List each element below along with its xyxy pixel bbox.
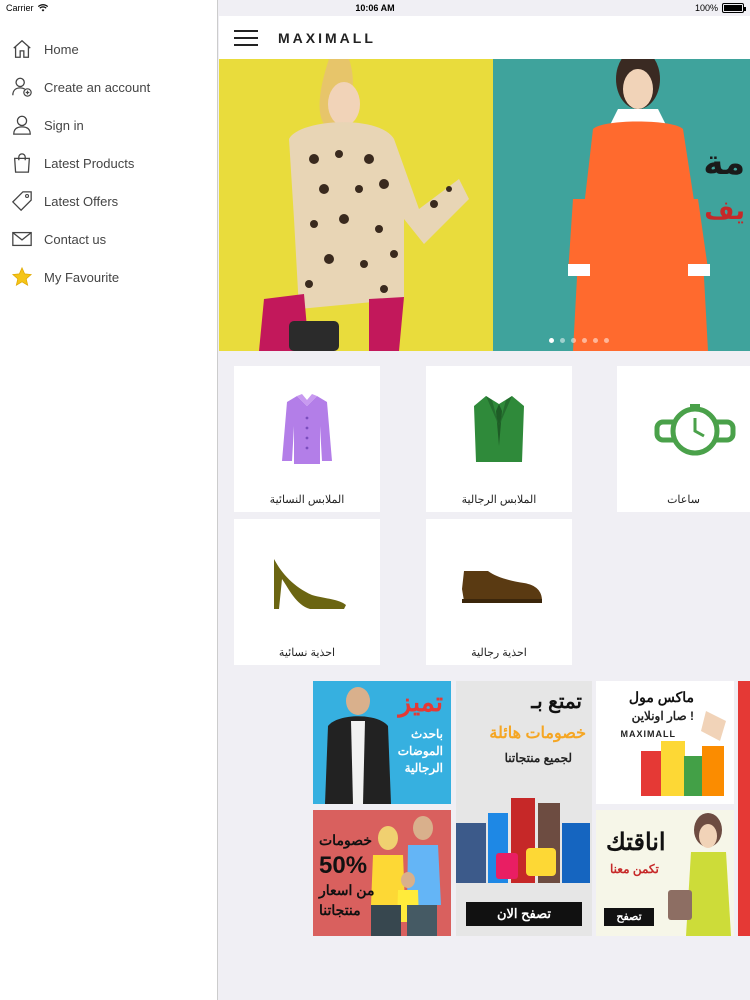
men-shoe-icon (462, 571, 542, 603)
category-label: احذية نسائية (278, 647, 336, 659)
promo-subheadline: خصومات هائلة (489, 725, 586, 742)
add-user-icon (10, 75, 34, 99)
browse-button[interactable]: تصفح (604, 908, 654, 926)
model-leopard-shirt-image (259, 59, 469, 351)
sidebar-item-label: Latest Offers (44, 193, 119, 209)
promo-partial-edge[interactable] (738, 681, 750, 936)
sidebar-item-label: Latest Products (44, 155, 135, 171)
mail-icon (10, 227, 34, 251)
category-tile-mens-shoes[interactable]: احذية رجالية (426, 519, 572, 665)
sidebar-item-label: Sign in (44, 117, 84, 133)
promo-text: لجميع منتجاتنا (504, 751, 572, 765)
battery-icon (722, 3, 746, 13)
promo-maximall-online[interactable]: ماكس مول صار اونلاين ! MAXIMALL (596, 681, 734, 804)
sidebar-item-my-favourite[interactable]: My Favourite (0, 258, 217, 296)
category-tile-mens-clothing[interactable]: الملابس الرجالية (426, 366, 572, 512)
promo-text: تكمن معنا (610, 862, 659, 876)
category-tile-womens-shoes[interactable]: احذية نسائية (234, 519, 380, 665)
wifi-icon (37, 4, 48, 12)
women-coat-icon (282, 394, 332, 464)
shopping-bags-image (641, 711, 726, 796)
clock: 10:06 AM (355, 3, 395, 13)
promo-headline: تميز (398, 687, 443, 717)
banner-slide-right: مة يف (493, 59, 750, 351)
category-tile-womens-clothing[interactable]: الملابس النسائية (234, 366, 380, 512)
user-icon (10, 113, 34, 137)
promo-text: الرجالية (404, 761, 443, 775)
sidebar-item-label: My Favourite (44, 269, 120, 285)
promo-headline: تمتع بـ (531, 691, 582, 713)
sidebar-item-sign-in[interactable]: Sign in (0, 106, 217, 144)
category-label: الملابس النسائية (269, 494, 345, 506)
app-logo: MAXIMALL (278, 29, 376, 46)
promo-text: منتجاتنا (319, 902, 361, 918)
promo-text: الموضات (397, 744, 443, 758)
sidebar-item-label: Create an account (44, 79, 151, 95)
category-label: ساعات (667, 494, 700, 506)
category-label: الملابس الرجالية (461, 494, 537, 506)
sidebar-item-latest-products[interactable]: Latest Products (0, 144, 217, 182)
promo-50-percent-off[interactable]: خصومات 50% من اسعار منتجاتنا (313, 810, 451, 936)
svg-text:مة: مة (703, 143, 745, 183)
sidebar-item-home[interactable]: Home (0, 30, 217, 68)
sidebar-item-contact-us[interactable]: Contact us (0, 220, 217, 258)
sidebar-item-create-account[interactable]: Create an account (0, 68, 217, 106)
banner-slide-left (219, 59, 493, 351)
promo-big-discounts[interactable]: تمتع بـ خصومات هائلة لجميع منتجاتنا تصفح… (456, 681, 592, 936)
status-bar: Carrier 10:06 AM 100% (0, 0, 750, 16)
men-suit-icon (474, 394, 524, 462)
battery-percent: 100% (694, 3, 718, 13)
watch-icon (654, 404, 736, 456)
category-tile-watches[interactable]: ساعات (617, 366, 750, 512)
model-orange-dress-image: مة يف (568, 59, 745, 351)
browse-now-button[interactable]: تصفح الان (466, 902, 582, 926)
carousel-page-indicator[interactable] (549, 338, 609, 343)
promo-text: من اسعار (319, 882, 375, 898)
sidebar-menu: Home Create an account Sign in Latest Pr… (0, 0, 218, 1000)
heel-shoe-icon (274, 559, 346, 609)
svg-text:يف: يف (704, 196, 745, 226)
promo-your-elegance[interactable]: اناقتك تكمن معنا تصفح (596, 810, 734, 936)
products-collage-image (456, 798, 590, 883)
promo-headline: اناقتك (606, 829, 666, 856)
hero-banner-carousel[interactable]: مة يف (219, 59, 750, 351)
sidebar-item-label: Contact us (44, 231, 107, 247)
home-icon (10, 37, 34, 61)
sidebar-item-label: Home (44, 41, 79, 57)
top-navigation-bar: MAXIMALL (219, 16, 750, 59)
main-content: MAXIMALL مة يف الملابس النسائية الملابس … (219, 0, 750, 1000)
promo-discount: 50% (319, 852, 368, 879)
tag-icon (10, 189, 34, 213)
promo-mens-fashion[interactable]: تميز باحدث الموضات الرجالية (313, 681, 451, 804)
category-label: احذية رجالية (471, 647, 527, 659)
promo-text: باحدث (410, 727, 443, 741)
promo-headline: خصومات (319, 832, 372, 848)
hamburger-menu-icon[interactable] (234, 29, 258, 46)
shopping-bag-icon (10, 151, 34, 175)
carrier-label: Carrier (6, 3, 34, 13)
star-icon (10, 265, 34, 289)
sidebar-item-latest-offers[interactable]: Latest Offers (0, 182, 217, 220)
